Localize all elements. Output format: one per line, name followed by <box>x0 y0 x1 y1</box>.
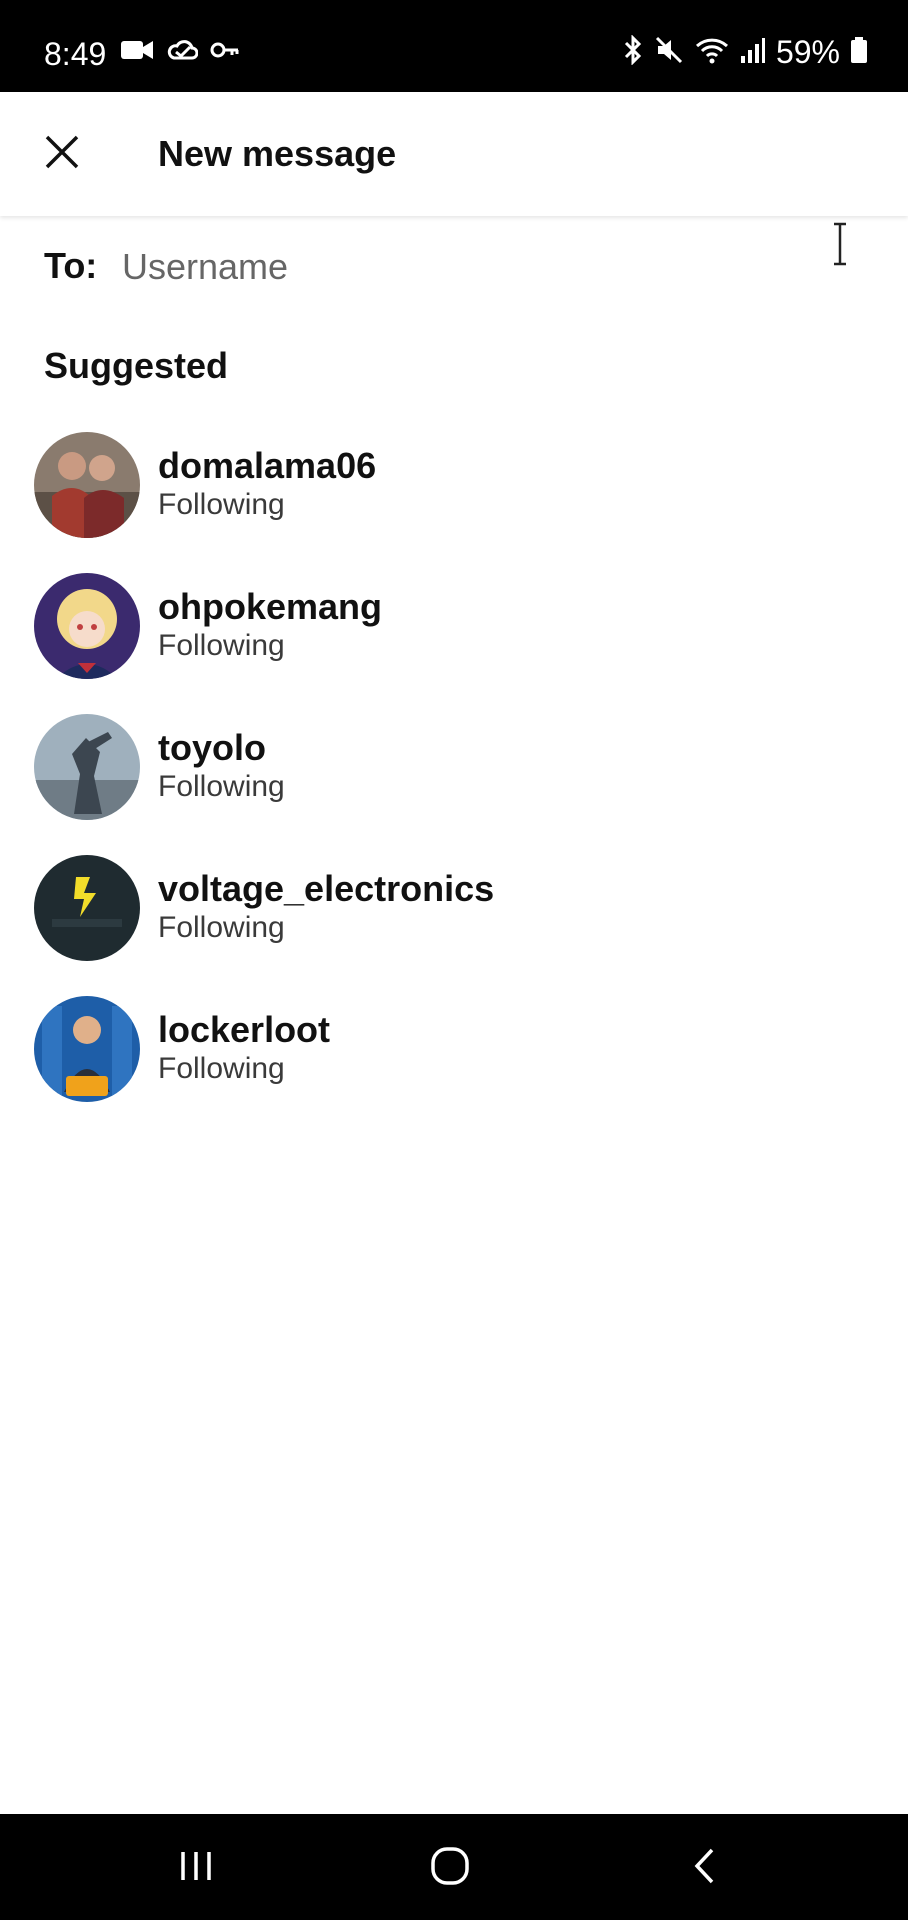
avatar <box>34 714 140 820</box>
follow-status: Following <box>158 1052 285 1085</box>
username-input[interactable] <box>120 238 844 296</box>
recents-button[interactable] <box>156 1838 236 1898</box>
avatar <box>34 573 140 679</box>
list-item[interactable]: lockerloot Following <box>0 988 908 1129</box>
bluetooth-icon <box>622 33 644 70</box>
wifi-icon <box>694 35 730 70</box>
avatar <box>34 855 140 961</box>
navigation-bar <box>0 1814 908 1920</box>
battery-icon <box>850 36 868 69</box>
status-right: 59% <box>622 32 868 72</box>
home-icon <box>430 1846 470 1891</box>
close-button[interactable] <box>36 128 88 180</box>
page-title: New message <box>158 133 397 174</box>
status-bar: 8:49 59% <box>0 0 908 92</box>
suggested-heading: Suggested <box>44 345 229 386</box>
recents-icon <box>178 1850 214 1887</box>
username: voltage_electronics <box>158 868 495 909</box>
username: domalama06 <box>158 445 377 486</box>
username: toyolo <box>158 727 266 768</box>
signal-icon <box>740 36 766 69</box>
follow-status: Following <box>158 488 285 521</box>
status-left-icons <box>120 38 240 67</box>
username: ohpokemang <box>158 586 383 627</box>
key-icon <box>210 40 240 65</box>
follow-status: Following <box>158 629 285 662</box>
suggested-list: domalama06 Following ohpokemang Followin… <box>0 424 908 1129</box>
back-button[interactable] <box>664 1838 744 1898</box>
header: New message <box>0 92 908 216</box>
battery-percent: 59% <box>775 34 840 70</box>
avatar <box>34 432 140 538</box>
username: lockerloot <box>158 1009 331 1050</box>
status-time: 8:49 <box>44 36 107 72</box>
list-item[interactable]: domalama06 Following <box>0 424 908 565</box>
text-cursor-icon <box>832 222 848 266</box>
back-icon <box>692 1847 716 1890</box>
follow-status: Following <box>158 770 285 803</box>
follow-status: Following <box>158 911 285 944</box>
home-button[interactable] <box>410 1838 490 1898</box>
to-row: To: <box>0 228 908 304</box>
avatar <box>34 996 140 1102</box>
list-item[interactable]: toyolo Following <box>0 706 908 847</box>
mute-icon <box>654 35 684 70</box>
close-icon <box>44 134 80 175</box>
list-item[interactable]: voltage_electronics Following <box>0 847 908 988</box>
to-label: To: <box>44 245 98 286</box>
list-item[interactable]: ohpokemang Following <box>0 565 908 706</box>
cloud-icon <box>166 38 199 67</box>
video-camera-icon <box>120 38 154 67</box>
